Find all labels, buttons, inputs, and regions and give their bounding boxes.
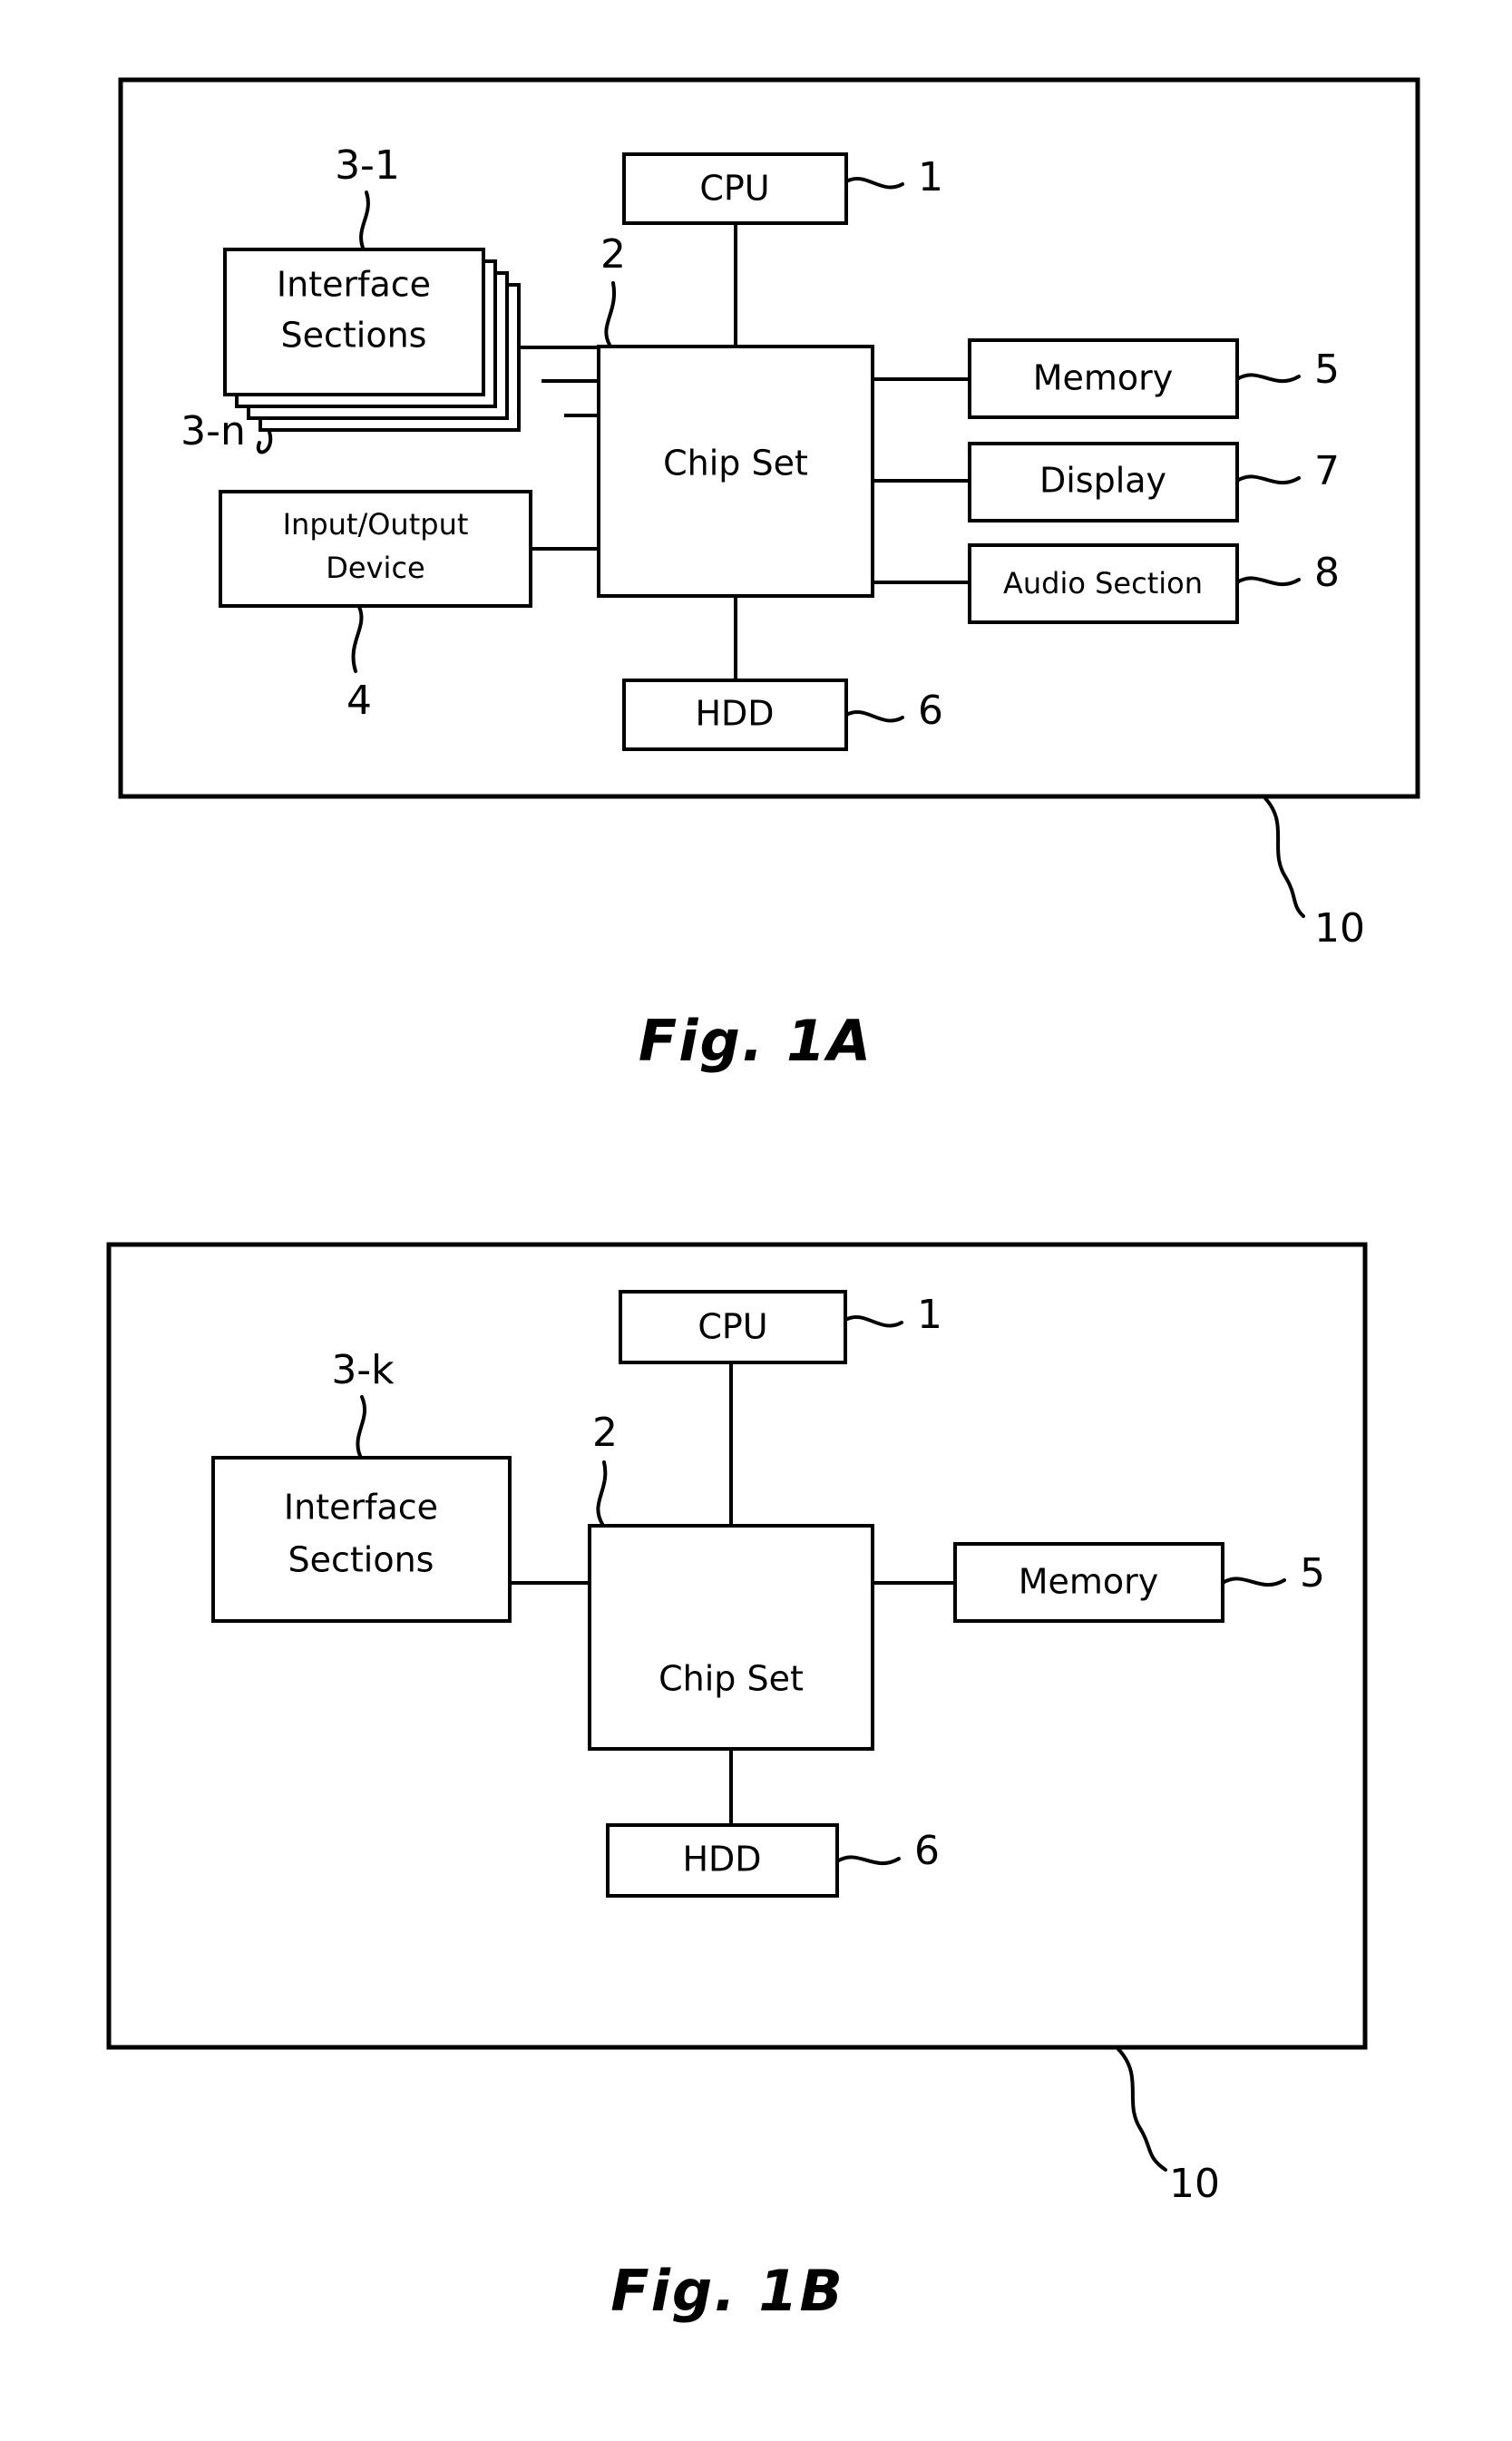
fig1a-interface-ref-top: 3-1 (335, 142, 400, 189)
fig1b-interface-ref: 3-k (331, 1347, 395, 1393)
fig1a-memory-label: Memory (1033, 358, 1174, 398)
fig1a-hdd-label: HDD (695, 694, 774, 734)
fig1b-interface-label-line1: Interface (284, 1488, 438, 1528)
fig1a-interface-label-line1: Interface (277, 265, 431, 305)
fig1a-cpu-label: CPU (699, 169, 769, 209)
fig1b-caption: Fig. 1B (610, 2258, 844, 2324)
fig1a-caption: Fig. 1A (639, 1008, 873, 1074)
fig1b-hdd-ref: 6 (914, 1828, 940, 1874)
fig1a-chipset-ref: 2 (600, 231, 626, 278)
fig1a-system-ref: 10 (1314, 905, 1365, 952)
figure-1a: Interface Sections CPU 1 Chip Set 2 3-1 … (118, 77, 1420, 1074)
fig1a-io-label-line2: Device (326, 551, 424, 585)
fig1b-cpu-ref: 1 (917, 1292, 942, 1338)
fig1b-system-ref: 10 (1169, 2161, 1220, 2207)
fig1a-interface-label-line2: Sections (281, 316, 427, 356)
fig1b-memory-label: Memory (1019, 1562, 1159, 1602)
fig1a-display-ref: 7 (1314, 448, 1340, 494)
fig1b-chipset-ref: 2 (592, 1410, 618, 1456)
figure-1b: CPU 1 Interface Sections 3-k Chip Set 2 … (106, 1242, 1368, 2324)
fig1a-io-ref: 4 (346, 678, 372, 724)
fig1b-cpu-label: CPU (697, 1307, 767, 1347)
fig1a-memory-ref: 5 (1314, 347, 1340, 393)
fig1a-chipset-label: Chip Set (663, 444, 808, 483)
patent-figure-canvas: Interface Sections CPU 1 Chip Set 2 3-1 … (106, 77, 1420, 2324)
fig1a-cpu-ref: 1 (918, 154, 943, 200)
fig1a-audio-ref: 8 (1314, 550, 1340, 596)
fig1b-chipset-label: Chip Set (658, 1659, 804, 1699)
fig1b-chipset-block (588, 1524, 874, 1751)
fig1a-system-ref-leader (1263, 796, 1305, 918)
fig1b-system-ref-leader (1117, 2047, 1167, 2172)
fig1b-memory-ref: 5 (1300, 1550, 1325, 1596)
fig1a-audio-label: Audio Section (1003, 566, 1203, 600)
fig1a-hdd-ref: 6 (918, 688, 943, 734)
drawing-sheet: Interface Sections CPU 1 Chip Set 2 3-1 … (0, 0, 1512, 2441)
fig1a-display-label: Display (1039, 461, 1166, 501)
fig1b-hdd-label: HDD (682, 1840, 761, 1880)
fig1b-interface-label-line2: Sections (288, 1540, 434, 1580)
fig1a-io-label-line1: Input/Output (283, 507, 469, 542)
fig1a-interface-ref-bottom: 3-n (180, 408, 246, 454)
